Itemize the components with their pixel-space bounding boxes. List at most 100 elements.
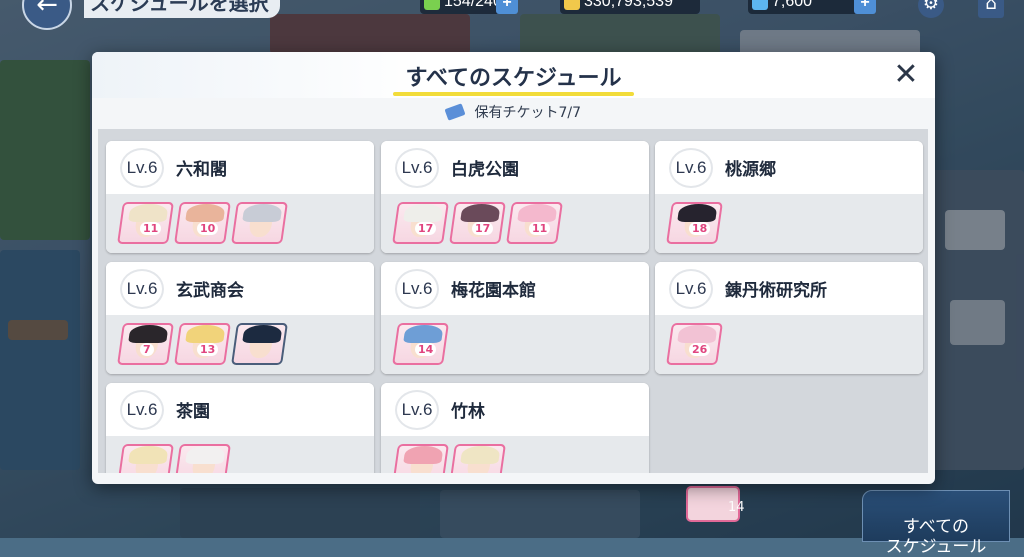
student-hair	[128, 446, 169, 464]
location-level-badge: Lv.6	[120, 390, 164, 430]
location-level-badge: Lv.6	[120, 148, 164, 188]
student-bond-level: 14	[415, 343, 437, 356]
location-card-header: Lv.6 茶園	[106, 383, 374, 436]
student-portrait-row	[117, 444, 231, 473]
add-ap-button[interactable]: +	[496, 0, 518, 14]
credits-counter: 330,793,539	[560, 0, 700, 14]
location-card[interactable]: Lv.6 竹林	[381, 383, 649, 473]
location-level-badge: Lv.6	[120, 269, 164, 309]
location-card-header: Lv.6 梅花園本館	[381, 262, 649, 315]
location-level-badge: Lv.6	[669, 269, 713, 309]
student-portrait-row	[392, 444, 506, 473]
location-card-students: 26	[655, 315, 923, 374]
student-hair	[403, 446, 444, 464]
gems-value: 7,600	[772, 0, 813, 10]
lightning-icon	[424, 0, 440, 10]
gem-icon	[752, 0, 768, 10]
student-bond-level: 26	[689, 343, 711, 356]
page-title: スケジュールを選択	[84, 0, 280, 18]
location-name: 玄武商会	[176, 281, 244, 301]
location-card[interactable]: Lv.6 白虎公園 17 17 11	[381, 141, 649, 253]
student-hair	[403, 325, 444, 343]
location-card[interactable]: Lv.6 錬丹術研究所 26	[655, 262, 923, 374]
location-level-badge: Lv.6	[669, 148, 713, 188]
location-card-header: Lv.6 桃源郷	[655, 141, 923, 194]
background-portrait-level: 14	[728, 500, 745, 515]
home-icon[interactable]: ⌂	[978, 0, 1004, 18]
credits-value: 330,793,539	[584, 0, 673, 10]
student-hair	[242, 204, 283, 222]
gear-icon[interactable]: ⚙	[918, 0, 944, 18]
ticket-label: 保有チケット7/7	[474, 105, 581, 121]
location-card-students: 11 10	[106, 194, 374, 253]
student-hair	[460, 204, 501, 222]
student-hair	[460, 446, 501, 464]
gems-counter: 7,600 +	[748, 0, 876, 14]
student-hair	[185, 446, 226, 464]
ap-counter: 154/240 +	[420, 0, 518, 14]
dialog-title: すべてのスケジュール	[405, 66, 622, 91]
student-hair	[242, 325, 283, 343]
title-underline	[393, 92, 634, 96]
add-gems-button[interactable]: +	[854, 0, 876, 14]
student-hair	[677, 325, 718, 343]
student-bond-level: 17	[472, 222, 494, 235]
location-card[interactable]: Lv.6 桃源郷 18	[655, 141, 923, 253]
location-card-header: Lv.6 白虎公園	[381, 141, 649, 194]
location-card[interactable]: Lv.6 六和閣 11 10	[106, 141, 374, 253]
student-bond-level: 11	[529, 222, 551, 235]
location-card[interactable]: Lv.6 茶園	[106, 383, 374, 473]
ticket-count: 保有チケット7/7	[92, 102, 935, 126]
student-portrait[interactable]	[231, 202, 288, 244]
close-button[interactable]: ✕	[889, 58, 923, 92]
student-bond-level: 7	[140, 343, 154, 356]
ap-value: 154/240	[444, 0, 502, 10]
student-hair	[517, 204, 558, 222]
student-bond-level: 17	[415, 222, 437, 235]
location-list[interactable]: Lv.6 六和閣 11 10 Lv.6 白虎公園 17 17 11 Lv.6 桃源郷 18 Lv.6 玄武…	[98, 129, 928, 473]
schedule-dialog: すべてのスケジュール ✕ 保有チケット7/7 Lv.6 六和閣 11 10 Lv.6 白虎…	[92, 52, 935, 484]
location-card-students	[381, 436, 649, 473]
student-bond-level: 11	[140, 222, 162, 235]
student-portrait[interactable]	[117, 444, 174, 473]
location-name: 梅花園本館	[451, 281, 536, 301]
location-card-header: Lv.6 玄武商会	[106, 262, 374, 315]
location-name: 茶園	[176, 402, 210, 422]
location-name: 白虎公園	[451, 160, 519, 180]
location-card-students: 17 17 11	[381, 194, 649, 253]
arrow-left-icon: ←	[36, 0, 58, 20]
student-hair	[403, 204, 444, 222]
all-schedules-button[interactable]: すべての スケジュール	[862, 490, 1010, 557]
student-bond-level: 18	[689, 222, 711, 235]
student-portrait[interactable]	[449, 444, 506, 473]
location-card-students: 18	[655, 194, 923, 253]
location-card[interactable]: Lv.6 梅花園本館 14	[381, 262, 649, 374]
location-card-header: Lv.6 錬丹術研究所	[655, 262, 923, 315]
credit-icon	[564, 0, 580, 10]
ticket-icon	[444, 103, 466, 121]
location-card-header: Lv.6 六和閣	[106, 141, 374, 194]
student-portrait[interactable]	[231, 323, 288, 365]
student-portrait[interactable]	[392, 444, 449, 473]
student-hair	[677, 204, 718, 222]
student-bond-level: 13	[197, 343, 219, 356]
location-card-students	[106, 436, 374, 473]
location-name: 錬丹術研究所	[725, 281, 827, 301]
location-level-badge: Lv.6	[395, 390, 439, 430]
location-name: 六和閣	[176, 160, 227, 180]
location-level-badge: Lv.6	[395, 148, 439, 188]
student-hair	[128, 204, 169, 222]
top-bar: ← スケジュールを選択 154/240 + 330,793,539 7,600 …	[0, 0, 1024, 30]
location-level-badge: Lv.6	[395, 269, 439, 309]
student-portrait[interactable]	[174, 444, 231, 473]
location-card-header: Lv.6 竹林	[381, 383, 649, 436]
student-hair	[185, 204, 226, 222]
close-icon: ✕	[893, 57, 919, 92]
all-schedules-button-label: すべての スケジュール	[885, 517, 987, 557]
dialog-header: すべてのスケジュール ✕	[92, 52, 935, 98]
location-card-students: 7 13	[106, 315, 374, 374]
location-name: 桃源郷	[725, 160, 776, 180]
student-hair	[185, 325, 226, 343]
location-card[interactable]: Lv.6 玄武商会 7 13	[106, 262, 374, 374]
location-name: 竹林	[451, 402, 485, 422]
